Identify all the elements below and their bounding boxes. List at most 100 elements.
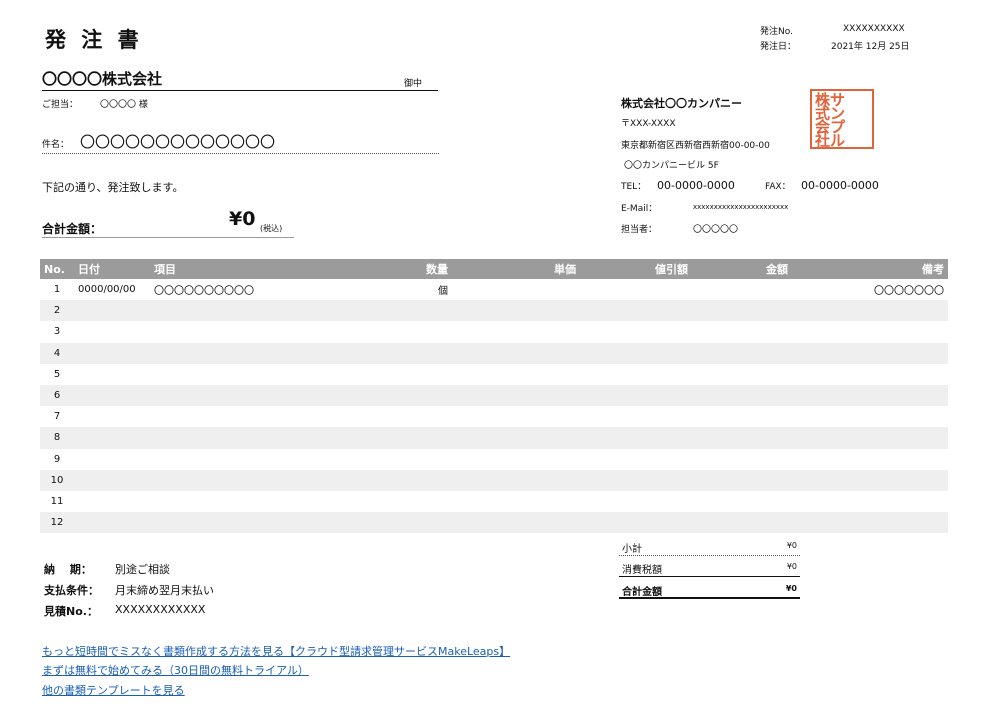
cell-amount <box>692 279 792 300</box>
cell-unit <box>452 512 580 534</box>
cell-date <box>74 491 150 512</box>
table-row: 5 <box>40 364 948 385</box>
seal-text-line: 社ル <box>814 132 845 148</box>
cell-item <box>150 406 380 427</box>
cell-note <box>792 491 948 512</box>
cell-no: 5 <box>53 368 61 380</box>
company-address2: 〇〇カンパニービル 5F <box>624 161 719 171</box>
cell-date <box>74 364 150 385</box>
cell-discount <box>580 364 692 385</box>
cell-qty <box>380 427 452 449</box>
cell-qty <box>380 321 452 342</box>
header-no: No. <box>40 259 74 279</box>
payment-terms-label: 支払条件： <box>44 584 99 597</box>
summary-total-label: 合計金額 <box>622 587 662 598</box>
cell-date <box>74 406 150 427</box>
table-row: 1 0000/00/00 〇〇〇〇〇〇〇〇〇〇 個 〇〇〇〇〇〇〇 <box>40 279 948 300</box>
cell-discount <box>580 449 692 470</box>
cell-item <box>150 364 380 385</box>
table-row: 11 <box>40 491 948 512</box>
order-number-label: 発注No. <box>760 27 793 37</box>
table-row: 9 <box>40 449 948 470</box>
cell-qty <box>380 384 452 407</box>
grand-total-note: (税込) <box>260 224 283 233</box>
cell-unit <box>452 300 580 322</box>
cell-no: 12 <box>40 512 74 534</box>
grand-total-box: 合計金額： ¥0 (税込) <box>42 208 294 238</box>
quote-number-value: XXXXXXXXXXXX <box>115 603 206 616</box>
tax-label: 消費税額 <box>622 565 662 576</box>
cell-item <box>150 384 380 407</box>
cell-amount <box>692 321 792 342</box>
email-label: E-Mail： <box>621 204 658 214</box>
cell-no: 6 <box>40 384 74 407</box>
free-trial-link[interactable]: まずは無料で始めてみる（30日間の無料トライアル） <box>42 662 309 678</box>
cell-date <box>74 427 150 449</box>
templates-link[interactable]: 他の書類テンプレートを見る <box>42 682 185 698</box>
cell-amount <box>692 427 792 449</box>
cell-amount <box>692 342 792 364</box>
cell-qty <box>380 406 452 427</box>
cell-discount <box>580 300 692 322</box>
subtotal-value: ¥0 <box>786 541 797 550</box>
cell-discount <box>580 342 692 364</box>
cell-item <box>150 491 380 512</box>
document-title: 発 注 書 <box>45 28 143 52</box>
table-row: 10 <box>40 469 948 491</box>
header-qty: 数量 <box>380 259 452 279</box>
table-row: 12 <box>40 512 948 534</box>
delivery-label: 納 期： <box>44 563 92 576</box>
cell-unit <box>452 342 580 364</box>
order-number-value: XXXXXXXXXX <box>843 24 905 34</box>
email-value: xxxxxxxxxxxxxxxxxxxxxxx <box>693 203 789 211</box>
cell-date <box>74 342 150 364</box>
header-discount: 値引額 <box>580 259 692 279</box>
cell-no: 1 <box>53 284 61 296</box>
cell-amount <box>692 491 792 512</box>
header-date: 日付 <box>74 259 150 279</box>
cell-no: 9 <box>53 453 61 465</box>
cell-unit <box>452 469 580 491</box>
contact-value: 〇〇〇〇 様 <box>100 100 148 110</box>
subject-row: 件名： 〇〇〇〇〇〇〇〇〇〇〇〇〇 <box>42 131 439 154</box>
cell-item <box>150 469 380 491</box>
subtotal-row: 小計 ¥0 <box>619 535 800 556</box>
cell-no: 4 <box>40 342 74 364</box>
intro-text: 下記の通り、発注致します。 <box>42 181 184 194</box>
cell-amount <box>692 300 792 322</box>
header-unit-price: 単価 <box>452 259 580 279</box>
tax-row: 消費税額 ¥0 <box>619 556 800 577</box>
quote-number-label: 見積No.： <box>44 605 98 618</box>
cell-qty <box>380 342 452 364</box>
cell-date <box>74 449 150 470</box>
header-amount: 金額 <box>692 259 792 279</box>
cell-item <box>150 449 380 470</box>
table-row: 2 <box>40 300 948 322</box>
cell-unit <box>452 279 580 300</box>
cell-qty <box>380 364 452 385</box>
cell-no: 2 <box>40 300 74 322</box>
cell-note <box>792 321 948 342</box>
staff-value: 〇〇〇〇〇 <box>693 225 739 235</box>
order-date-label: 発注日： <box>760 42 797 52</box>
order-date-value: 2021年 12月 25日 <box>831 42 910 52</box>
summary-total-value: ¥0 <box>785 584 797 593</box>
table-header-row: No. 日付 項目 数量 単価 値引額 金額 備考 <box>40 259 948 279</box>
summary-total-row: 合計金額 ¥0 <box>619 578 800 599</box>
cell-qty <box>380 449 452 470</box>
cell-no: 7 <box>53 411 61 423</box>
subtotal-label: 小計 <box>622 544 642 555</box>
cell-qty <box>380 469 452 491</box>
makeleaps-link[interactable]: もっと短時間でミスなく書類作成する方法を見る【クラウド型請求管理サービスMake… <box>42 643 510 659</box>
cell-discount <box>580 427 692 449</box>
cell-note: 〇〇〇〇〇〇〇 <box>874 286 944 298</box>
cell-unit <box>452 449 580 470</box>
cell-item <box>150 321 380 342</box>
cell-unit <box>452 427 580 449</box>
customer-honorific: 御中 <box>404 79 423 89</box>
company-seal-graphic: 株サ式ン会プ社ル <box>814 91 846 148</box>
cell-item <box>150 300 380 322</box>
cell-item <box>150 342 380 364</box>
cell-discount <box>580 469 692 491</box>
fax-label: FAX： <box>765 182 791 192</box>
